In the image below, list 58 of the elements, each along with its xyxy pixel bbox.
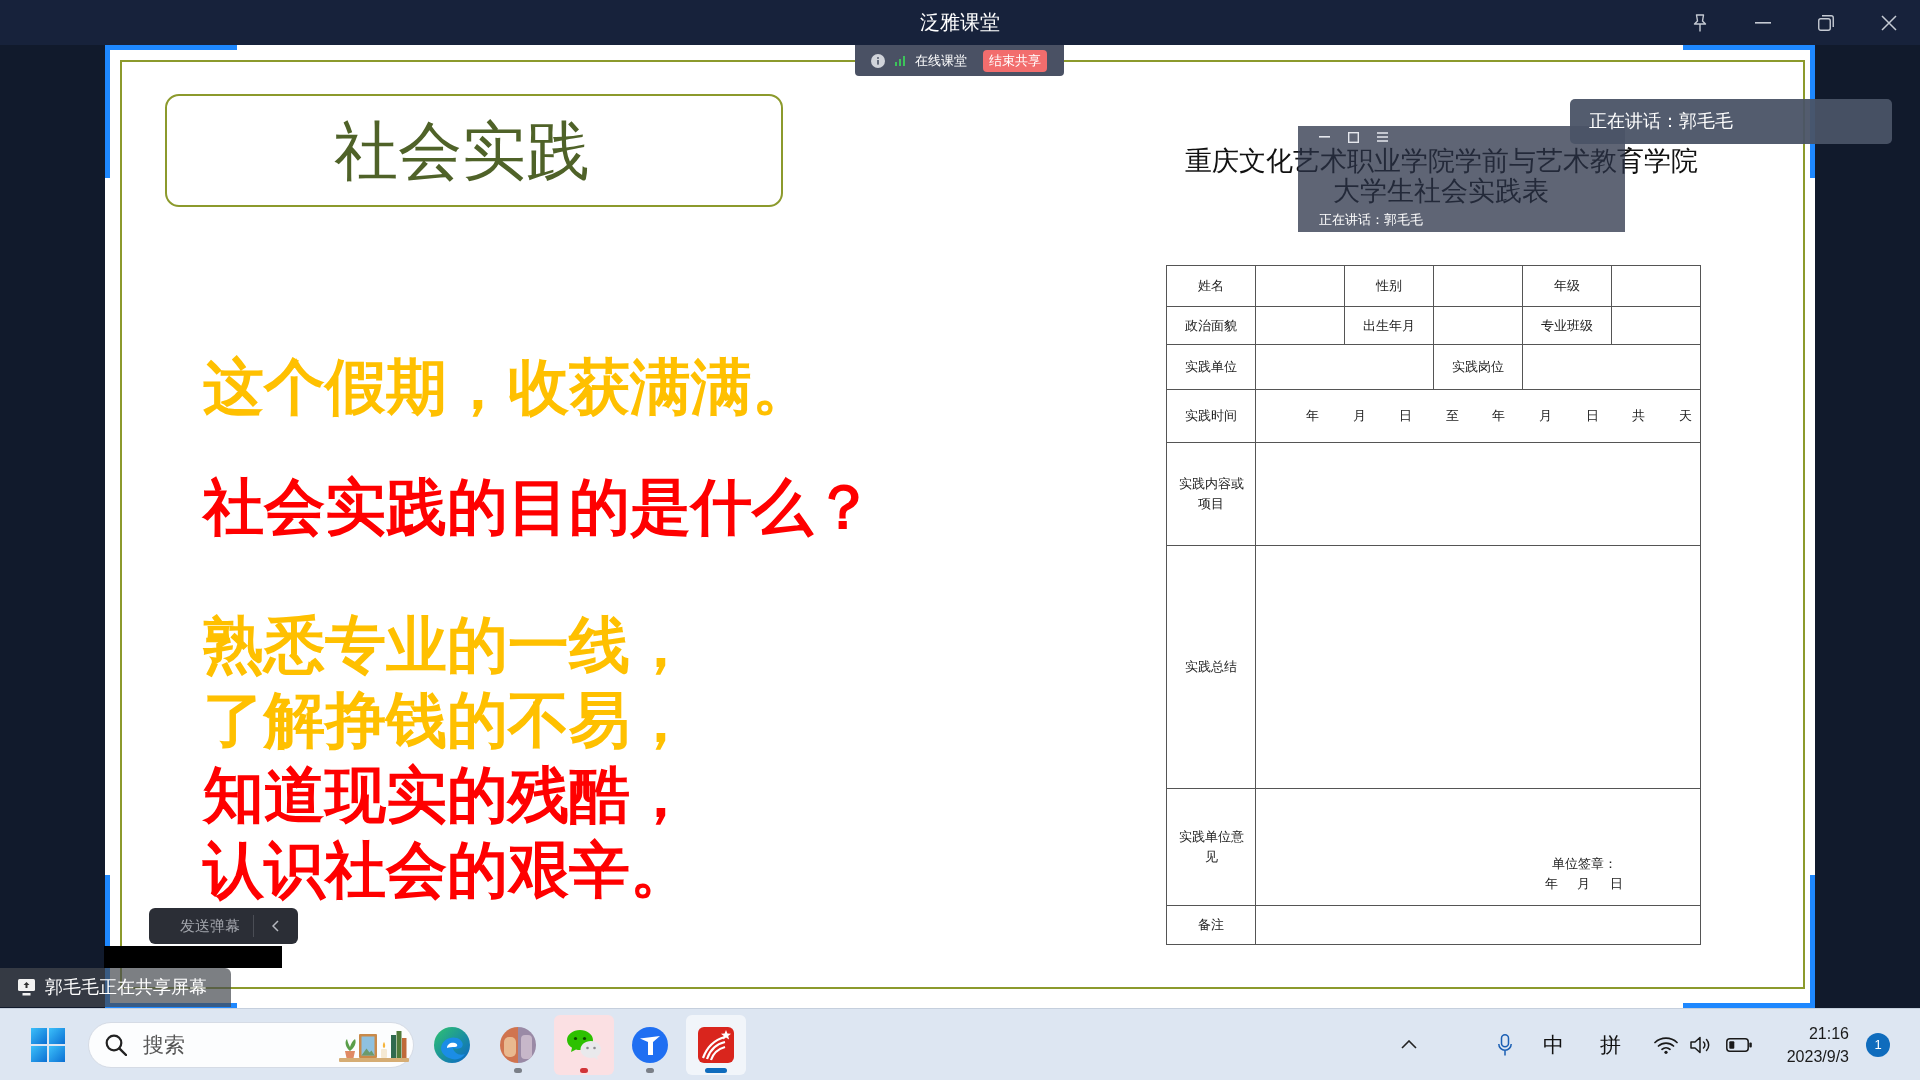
statement-text: 这个假期，收获满满。 <box>203 352 813 423</box>
volume-icon[interactable] <box>1690 1035 1712 1054</box>
table-cell: 专业班级 <box>1522 306 1612 345</box>
notification-badge[interactable]: 1 <box>1866 1032 1890 1057</box>
send-danmaku-button[interactable]: 发送弹幕 <box>180 914 240 938</box>
photo-app-icon <box>500 1026 536 1063</box>
minimize-icon <box>1754 21 1771 24</box>
table-cell: 实践岗位 <box>1433 344 1523 390</box>
search-field[interactable]: 搜索 <box>143 1028 293 1061</box>
swirl-app-icon <box>434 1026 470 1063</box>
answer-text: 了解挣钱的不易， <box>203 685 691 756</box>
search-bar[interactable]: 搜索 <box>88 1021 414 1068</box>
slide-title: 社会实践 <box>165 94 783 207</box>
screen-share-icon <box>18 979 35 996</box>
speaker-label: 正在讲话：郭毛毛 <box>1319 212 1423 228</box>
stamp-text: 年 月 日 <box>1544 875 1624 893</box>
star-arcs-app-icon <box>698 1026 734 1063</box>
speaker-banner: 正在讲话：郭毛毛 <box>1570 99 1892 144</box>
stamp-text: 单位签章： <box>1551 855 1617 873</box>
share-notice-text: 郭毛毛正在共享屏幕 <box>45 976 207 999</box>
taskbar-app-button[interactable] <box>686 1014 746 1075</box>
search-icon <box>105 1033 127 1056</box>
battery-icon[interactable] <box>1726 1037 1752 1052</box>
table-cell: 实践单位 <box>1166 344 1256 390</box>
wifi-icon[interactable] <box>1654 1035 1678 1054</box>
answer-text: 熟悉专业的一线， <box>203 610 691 681</box>
statement-text: 社会实践的目的是什么？ <box>203 472 874 543</box>
table-cell: 性别 <box>1344 265 1434 307</box>
table-cell: 实践总结 <box>1166 545 1256 789</box>
table-cell: 年级 <box>1522 265 1612 307</box>
table-cell: 实践时间 <box>1166 389 1256 443</box>
square-icon[interactable] <box>1348 131 1359 143</box>
answer-text: 认识社会的艰辛。 <box>203 835 691 906</box>
table-cell: 实践内容或项目 <box>1166 442 1256 546</box>
t-arrow-app-icon <box>632 1026 668 1063</box>
table-cell: 备注 <box>1166 905 1256 945</box>
answer-text: 知道现实的残酷， <box>203 760 691 831</box>
info-icon[interactable] <box>871 53 885 68</box>
windows-logo-icon <box>31 1027 65 1062</box>
input-mode-button[interactable]: 中 <box>1535 1024 1571 1065</box>
table-cell: 出生年月 <box>1344 306 1434 345</box>
microphone-icon <box>1498 1033 1512 1056</box>
restore-icon <box>1817 14 1834 31</box>
window-title: 泛雅课堂 <box>920 10 1000 35</box>
table-cell: 年 月 日 至 年 月 日 共 天 <box>1255 389 1701 443</box>
clock-button[interactable]: 21:16 2023/9/3 <box>1774 1021 1849 1068</box>
table-cell: 政治面貌 <box>1166 306 1256 345</box>
classroom-label: 在线课堂 <box>915 51 967 70</box>
signal-icon <box>895 55 905 66</box>
chevron-up-icon <box>1401 1040 1417 1049</box>
form-heading: 大学生社会实践表 <box>1333 176 1549 206</box>
table-cell: 实践单位意见 <box>1166 788 1256 906</box>
chevron-left-icon <box>271 920 279 932</box>
input-method-button[interactable]: 拼 <box>1592 1024 1628 1065</box>
menu-icon[interactable] <box>1377 132 1388 142</box>
pin-icon <box>1692 13 1707 32</box>
table-cell: 姓名 <box>1166 265 1256 307</box>
close-icon <box>1880 14 1897 31</box>
